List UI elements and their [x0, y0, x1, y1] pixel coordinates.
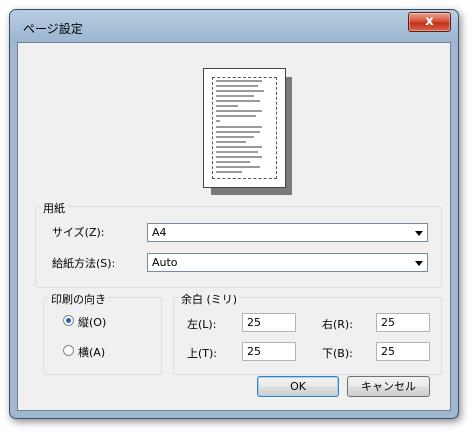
preview-text-line — [216, 151, 258, 153]
preview-text-line — [216, 141, 246, 143]
preview-text-line — [216, 156, 262, 158]
portrait-label[interactable]: 縦(O) — [78, 314, 106, 330]
paper-source-select[interactable]: Auto — [147, 253, 428, 272]
preview-text-line — [216, 126, 262, 128]
bottom-margin-label: 下(B): — [322, 347, 353, 360]
chevron-down-icon — [415, 261, 423, 266]
close-icon: x — [425, 14, 434, 29]
margins-group-label: 余白 (ミリ) — [179, 291, 240, 307]
ok-button[interactable]: OK — [257, 376, 339, 397]
preview-text-line — [216, 161, 250, 163]
close-button[interactable]: x — [408, 12, 451, 32]
paper-source-value: Auto — [152, 256, 178, 269]
right-margin-value: 25 — [381, 316, 395, 329]
preview-text-line — [216, 166, 260, 168]
orientation-group-label: 印刷の向き — [49, 291, 108, 307]
bottom-margin-input[interactable]: 25 — [376, 342, 430, 361]
preview-text-line — [216, 171, 242, 173]
preview-margin-guide — [212, 77, 277, 179]
title-bar[interactable]: ページ設定 x — [10, 10, 458, 43]
preview-text-line — [216, 85, 258, 87]
right-margin-label: 右(R): — [322, 318, 353, 331]
top-margin-value: 25 — [247, 345, 261, 358]
landscape-radio[interactable] — [63, 345, 74, 356]
preview-text-line — [216, 90, 264, 92]
left-margin-input[interactable]: 25 — [242, 313, 296, 332]
preview-text-line — [216, 120, 220, 122]
bottom-margin-value: 25 — [381, 345, 395, 358]
left-margin-label: 左(L): — [187, 318, 217, 331]
preview-text-line — [216, 146, 262, 148]
top-margin-input[interactable]: 25 — [242, 342, 296, 361]
preview-text-line — [216, 80, 262, 82]
landscape-label[interactable]: 横(A) — [78, 344, 105, 360]
paper-group-label: 用紙 — [41, 200, 67, 216]
right-margin-input[interactable]: 25 — [376, 313, 430, 332]
cancel-button[interactable]: キャンセル — [347, 376, 430, 397]
preview-text-line — [216, 95, 254, 97]
preview-text-line — [216, 131, 260, 133]
portrait-radio[interactable] — [63, 315, 74, 326]
page-preview — [203, 68, 286, 188]
top-margin-label: 上(T): — [187, 347, 218, 360]
preview-text-line — [216, 115, 256, 117]
paper-size-value: A4 — [152, 226, 167, 239]
page-setup-dialog: ページ設定 x 用紙 サイズ(Z): A4 給紙方法(S): Auto 印刷の向… — [9, 9, 459, 419]
chevron-down-icon — [415, 231, 423, 236]
preview-text-line — [216, 110, 262, 112]
left-margin-value: 25 — [247, 316, 261, 329]
margins-group — [173, 297, 442, 375]
paper-size-label: サイズ(Z): — [52, 226, 105, 239]
paper-size-select[interactable]: A4 — [147, 223, 428, 242]
preview-text-line — [216, 100, 260, 102]
paper-group — [35, 206, 442, 288]
preview-text-line — [216, 136, 254, 138]
orientation-group — [43, 297, 162, 375]
preview-text-line — [216, 105, 238, 107]
dialog-title: ページ設定 — [23, 22, 83, 36]
paper-source-label: 給紙方法(S): — [52, 257, 116, 270]
dialog-content: 用紙 サイズ(Z): A4 給紙方法(S): Auto 印刷の向き 縦(O) 横… — [17, 42, 451, 411]
radio-selected-dot — [66, 318, 71, 323]
